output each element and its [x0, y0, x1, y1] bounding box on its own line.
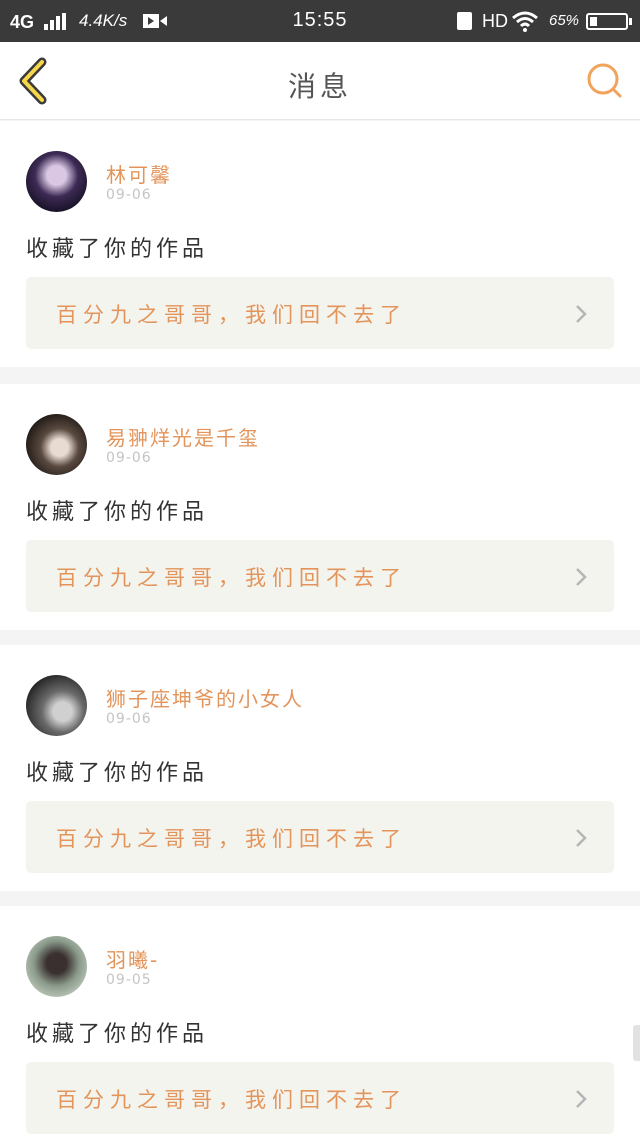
- work-title: 百分九之哥哥，我们回不去了: [56, 827, 407, 851]
- battery-saver-icon: [457, 12, 472, 30]
- username[interactable]: 狮子座坤爷的小女人: [106, 683, 304, 712]
- username[interactable]: 林可馨: [106, 159, 172, 188]
- message-date: 09-06: [106, 711, 152, 727]
- chevron-right-icon: [576, 568, 587, 586]
- avatar[interactable]: [26, 675, 87, 736]
- work-title: 百分九之哥哥，我们回不去了: [56, 303, 407, 327]
- hd-indicator: HD: [482, 11, 508, 31]
- wifi-icon: [512, 11, 538, 32]
- message-date: 09-06: [106, 187, 152, 203]
- avatar[interactable]: [26, 936, 87, 997]
- work-link[interactable]: 百分九之哥哥，我们回不去了: [26, 540, 614, 612]
- search-icon[interactable]: [584, 60, 626, 102]
- avatar[interactable]: [26, 151, 87, 212]
- chevron-right-icon: [576, 305, 587, 323]
- username[interactable]: 羽曦-: [106, 944, 159, 973]
- top-nav-bar: 消息: [0, 42, 640, 120]
- page-title: 消息: [287, 70, 352, 103]
- work-link[interactable]: 百分九之哥哥，我们回不去了: [26, 1062, 614, 1134]
- battery-icon: [586, 13, 632, 30]
- status-bar: 4G 4.4K/s 15:55 HD 65%: [0, 0, 640, 42]
- work-title: 百分九之哥哥，我们回不去了: [56, 1088, 407, 1112]
- message-card: 羽曦- 09-05 收藏了你的作品 百分九之哥哥，我们回不去了: [0, 906, 640, 1138]
- message-card: 易翀烊光是千玺 09-06 收藏了你的作品 百分九之哥哥，我们回不去了: [0, 384, 640, 630]
- battery-percent: 65%: [549, 12, 580, 29]
- work-link[interactable]: 百分九之哥哥，我们回不去了: [26, 801, 614, 873]
- work-link[interactable]: 百分九之哥哥，我们回不去了: [26, 277, 614, 349]
- message-action: 收藏了你的作品: [26, 500, 209, 525]
- work-title: 百分九之哥哥，我们回不去了: [56, 566, 407, 590]
- message-action: 收藏了你的作品: [26, 761, 209, 786]
- chevron-right-icon: [576, 829, 587, 847]
- message-card: 林可馨 09-06 收藏了你的作品 百分九之哥哥，我们回不去了: [0, 121, 640, 367]
- avatar[interactable]: [26, 414, 87, 475]
- message-card: 狮子座坤爷的小女人 09-06 收藏了你的作品 百分九之哥哥，我们回不去了: [0, 645, 640, 891]
- clock: 15:55: [292, 9, 348, 31]
- message-date: 09-06: [106, 450, 152, 466]
- message-date: 09-05: [106, 972, 152, 988]
- scroll-handle[interactable]: [633, 1025, 640, 1061]
- username[interactable]: 易翀烊光是千玺: [106, 422, 260, 451]
- message-action: 收藏了你的作品: [26, 1022, 209, 1047]
- chevron-right-icon: [576, 1090, 587, 1108]
- message-action: 收藏了你的作品: [26, 237, 209, 262]
